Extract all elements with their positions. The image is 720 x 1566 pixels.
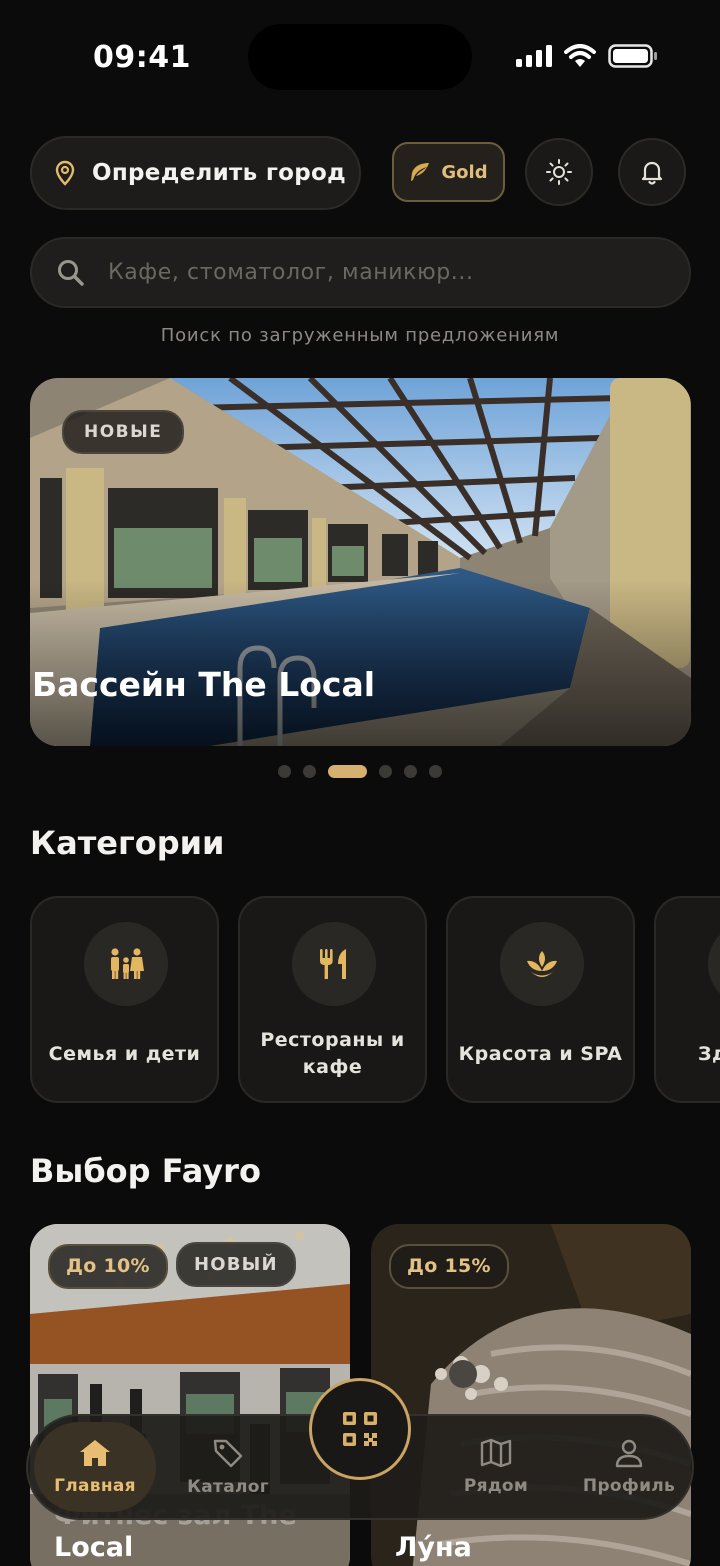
category-label: Семья и дети <box>48 1042 201 1065</box>
fork-knife-icon <box>320 949 346 979</box>
carousel-dot[interactable] <box>429 765 442 778</box>
fayro-choice-title: Выбор Fayro <box>30 1152 261 1190</box>
category-label: Красота и SPA <box>458 1042 623 1065</box>
category-family[interactable]: Семья и дети <box>30 896 219 1103</box>
gold-tier-button[interactable]: Gold <box>392 142 505 202</box>
home-icon <box>80 1440 110 1466</box>
user-icon <box>615 1439 643 1468</box>
carousel-dot[interactable] <box>404 765 417 778</box>
discount-badge: До 10% <box>48 1244 168 1289</box>
status-bar: 09:41 <box>0 0 720 120</box>
battery-icon <box>608 44 657 68</box>
nav-nearby[interactable]: Рядом <box>436 1416 556 1518</box>
detect-city-button[interactable]: Определить город <box>30 136 361 210</box>
offer-title-line2: Local <box>54 1532 134 1563</box>
category-icon-wrap <box>84 922 168 1006</box>
carousel-dot[interactable] <box>379 765 392 778</box>
location-pin-icon <box>55 160 75 186</box>
nav-label: Главная <box>54 1476 136 1496</box>
category-icon-wrap <box>292 922 376 1006</box>
carousel-dot[interactable] <box>303 765 316 778</box>
gold-tier-label: Gold <box>441 161 488 183</box>
carousel-dot-active[interactable] <box>328 765 367 778</box>
search-input[interactable] <box>108 260 668 285</box>
theme-toggle-button[interactable] <box>525 138 593 206</box>
nav-label: Профиль <box>582 1476 676 1496</box>
feather-icon <box>411 163 430 181</box>
dynamic-island <box>248 24 472 90</box>
qr-code-icon <box>343 1412 377 1446</box>
carousel-dot[interactable] <box>278 765 291 778</box>
signal-icon <box>516 45 552 67</box>
categories-list[interactable]: Семья и дети Рестораны и кафе Красота и … <box>30 896 720 1104</box>
search-hint: Поиск по загруженным предложениям <box>160 325 560 346</box>
categories-title: Категории <box>30 824 225 862</box>
nav-label: Рядом <box>463 1476 529 1496</box>
lotus-icon <box>527 951 557 977</box>
offer-title: Лу́на <box>395 1532 472 1563</box>
qr-scan-button[interactable] <box>309 1378 411 1480</box>
family-icon <box>111 948 144 979</box>
nav-profile[interactable]: Профиль <box>569 1416 689 1518</box>
status-icons <box>516 44 658 68</box>
category-restaurants[interactable]: Рестораны и кафе <box>238 896 427 1103</box>
category-label: Рестораны и кафе <box>260 1029 405 1078</box>
sun-icon <box>546 159 572 185</box>
map-icon <box>480 1438 512 1468</box>
category-beauty-spa[interactable]: Красота и SPA <box>446 896 635 1103</box>
hero-title: Бассейн The Local <box>32 665 376 704</box>
status-time: 09:41 <box>93 40 191 75</box>
detect-city-label: Определить город <box>92 160 346 186</box>
category-label: Зд <box>698 1042 720 1065</box>
new-badge: НОВЫЙ <box>176 1242 296 1287</box>
hero-new-badge: НОВЫЕ <box>62 410 185 454</box>
nav-catalog[interactable]: Каталог <box>168 1416 288 1518</box>
search-icon <box>58 259 84 286</box>
notifications-button[interactable] <box>618 138 686 206</box>
tag-icon <box>213 1439 243 1468</box>
bell-icon <box>641 161 663 185</box>
category-icon-wrap <box>500 922 584 1006</box>
carousel-indicator[interactable] <box>0 765 720 778</box>
search-bar[interactable] <box>30 237 691 308</box>
wifi-icon <box>564 44 596 67</box>
nav-label: Каталог <box>187 1477 269 1497</box>
category-icon-wrap <box>708 922 720 1006</box>
category-health[interactable]: Зд <box>654 896 720 1103</box>
discount-badge: До 15% <box>389 1244 509 1289</box>
nav-home[interactable]: Главная <box>34 1422 156 1512</box>
